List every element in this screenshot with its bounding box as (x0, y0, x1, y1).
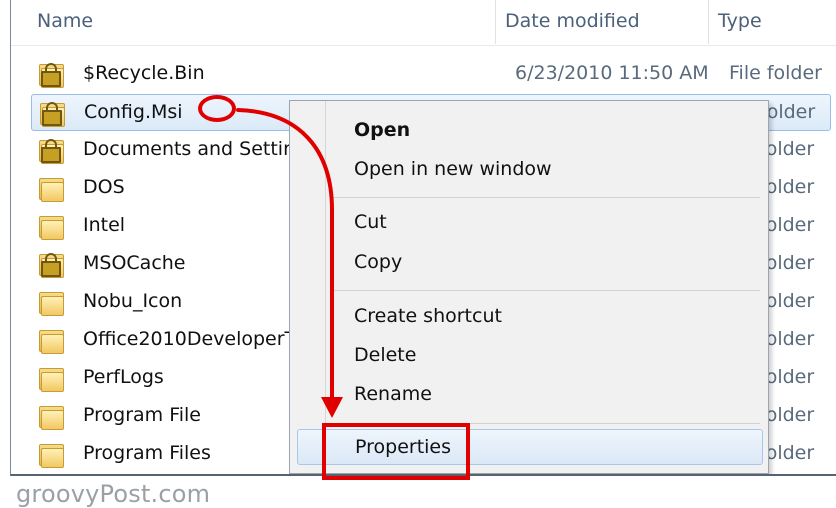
file-date-modified: 6/23/2010 11:50 AM (515, 62, 709, 84)
locked-folder-icon (40, 102, 65, 127)
menu-item-label: Cut (354, 211, 387, 233)
context-menu: Open Open in new window Cut Copy Create … (289, 100, 769, 474)
file-name: Intel (83, 214, 126, 236)
folder-icon (39, 330, 64, 354)
folder-icon (39, 178, 64, 202)
folder-icon (39, 444, 64, 468)
menu-item-delete[interactable]: Delete (297, 338, 763, 374)
locked-folder-icon (39, 63, 64, 88)
column-separator[interactable] (708, 0, 709, 44)
menu-item-rename[interactable]: Rename (297, 377, 763, 413)
column-header-bar: Name Date modified Type (11, 0, 836, 46)
file-type: File folder (729, 62, 822, 84)
column-header-name[interactable]: Name (37, 10, 93, 32)
menu-item-label: Open in new window (354, 158, 552, 180)
folder-icon (39, 292, 64, 316)
folder-icon (39, 216, 64, 240)
file-name: Office2010DeveloperT (83, 328, 293, 350)
file-name: DOS (83, 176, 125, 198)
column-separator[interactable] (495, 0, 496, 44)
menu-item-label: Open (354, 119, 411, 141)
folder-icon (39, 406, 64, 430)
annotation-circle (198, 95, 236, 122)
file-name: Nobu_Icon (83, 290, 183, 312)
menu-separator (330, 290, 760, 291)
file-name: Program Files (83, 442, 211, 464)
file-name: PerfLogs (83, 366, 164, 388)
column-header-date-modified[interactable]: Date modified (505, 10, 640, 32)
folder-icon (39, 368, 64, 392)
explorer-window: Name Date modified Type $Recycle.Bin 6/23… (10, 0, 836, 476)
annotation-box (322, 423, 470, 480)
file-name: $Recycle.Bin (83, 62, 205, 84)
menu-item-copy[interactable]: Copy (297, 245, 763, 281)
menu-item-label: Create shortcut (354, 305, 502, 327)
menu-item-open-in-new-window[interactable]: Open in new window (297, 152, 763, 188)
file-name: Documents and Settir (83, 138, 291, 160)
file-name: Config.Msi (84, 101, 183, 123)
menu-separator (330, 197, 760, 198)
menu-item-label: Rename (354, 383, 432, 405)
file-row[interactable]: $Recycle.Bin 6/23/2010 11:50 AM File folde… (31, 56, 831, 93)
file-name: Program File (83, 404, 201, 426)
watermark: groovyPost.com (16, 480, 211, 508)
file-name: MSOCache (83, 252, 186, 274)
menu-item-label: Copy (354, 251, 403, 273)
menu-item-create-shortcut[interactable]: Create shortcut (297, 299, 763, 335)
column-header-type[interactable]: Type (718, 10, 762, 32)
menu-item-open[interactable]: Open (297, 113, 763, 149)
menu-item-cut[interactable]: Cut (297, 205, 763, 241)
locked-folder-icon (39, 253, 64, 278)
menu-item-label: Delete (354, 344, 417, 366)
locked-folder-icon (39, 139, 64, 164)
